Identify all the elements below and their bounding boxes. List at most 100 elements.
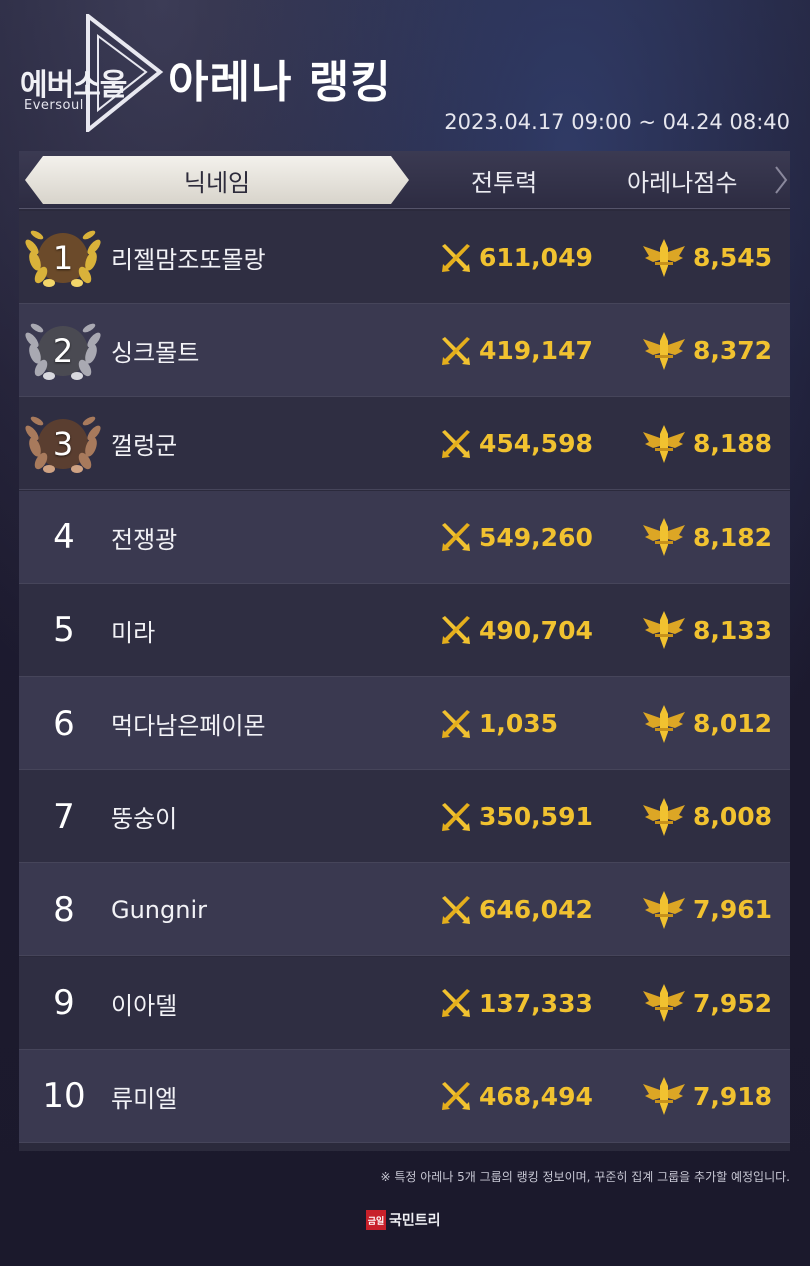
header: 에버소울 Eversoul 아레나 랭킹 2023.04.17 09:00 ~ … xyxy=(0,0,810,150)
player-nickname: 리젤맘조또몰랑 xyxy=(111,246,266,274)
player-nickname: 전쟁광 xyxy=(111,525,178,554)
player-nickname: 뚱숭이 xyxy=(111,805,178,834)
page-title: 아레나 랭킹 xyxy=(168,57,392,108)
arena-score: 8,188 xyxy=(641,397,772,490)
column-header-score[interactable]: 아레나점수 xyxy=(627,163,737,198)
combat-power: 419,147 xyxy=(439,304,593,397)
player-nickname: Gungnir xyxy=(111,895,207,924)
arena-score-value: 8,133 xyxy=(693,615,773,645)
crossed-swords-icon xyxy=(442,802,470,831)
winged-sword-emblem-icon xyxy=(643,424,685,463)
crossed-swords-icon xyxy=(442,523,470,552)
medal-bronze: 3 xyxy=(23,411,103,477)
arena-score: 8,545 xyxy=(641,211,772,304)
arena-score: 7,952 xyxy=(641,957,772,1050)
footnote: ※ 특정 아레나 5개 그룹의 랭킹 정보이며, 꾸준히 집계 그룹을 추가할 … xyxy=(380,1170,790,1184)
combat-power-value: 549,260 xyxy=(479,522,593,552)
table-row[interactable]: 2 싱크몰트 419,147 8,372 xyxy=(19,304,790,398)
combat-power-value: 490,704 xyxy=(479,615,593,645)
table-row[interactable]: 9 이아델 137,333 7,952 xyxy=(19,956,790,1050)
winged-sword-emblem-icon xyxy=(643,797,685,836)
arena-score-value: 7,961 xyxy=(693,895,773,925)
ranking-period: 2023.04.17 09:00 ~ 04.24 08:40 xyxy=(444,110,790,134)
combat-power: 611,049 xyxy=(439,211,593,304)
crossed-swords-icon xyxy=(442,895,470,924)
brand-name: 국민트리 xyxy=(389,1213,441,1229)
winged-sword-emblem-icon xyxy=(643,331,685,370)
winged-sword-emblem-icon xyxy=(643,704,685,743)
combat-power: 490,704 xyxy=(439,584,593,677)
arena-score-value: 8,545 xyxy=(693,243,773,272)
arena-score-value: 7,952 xyxy=(693,988,773,1018)
combat-power-value: 468,494 xyxy=(479,1081,593,1111)
table-row[interactable]: 7 뚱숭이 350,591 8,008 xyxy=(19,770,790,864)
table-row[interactable]: 5 미라 490,704 8,133 xyxy=(19,583,790,677)
medal-silver: 2 xyxy=(23,318,103,384)
combat-power-value: 137,333 xyxy=(479,988,593,1018)
combat-power-value: 350,591 xyxy=(479,802,593,832)
rank-number: 4 xyxy=(53,517,75,558)
combat-power-value: 454,598 xyxy=(479,429,593,459)
table-row[interactable]: 10 류미엘 468,494 7,918 xyxy=(19,1049,790,1143)
arena-score: 8,012 xyxy=(641,677,772,770)
arena-score-value: 8,188 xyxy=(693,429,773,459)
crossed-swords-icon xyxy=(442,616,470,645)
arena-score-value: 8,008 xyxy=(693,802,773,832)
crossed-swords-icon xyxy=(442,709,470,738)
rank-number: 6 xyxy=(53,703,75,744)
logo-english: Eversoul xyxy=(24,98,84,113)
table-header: 닉네임 전투력 아레나점수 xyxy=(19,151,790,209)
tab-nickname-label: 닉네임 xyxy=(183,168,251,197)
arena-score: 8,133 xyxy=(641,584,772,677)
arena-score-value: 7,918 xyxy=(693,1081,773,1111)
arena-score: 8,008 xyxy=(641,770,772,863)
crossed-swords-icon xyxy=(442,429,470,458)
combat-power-value: 419,147 xyxy=(479,336,593,366)
combat-power-value: 1,035 xyxy=(479,709,559,738)
crossed-swords-icon xyxy=(442,1082,470,1111)
crossed-swords-icon xyxy=(442,989,470,1018)
player-nickname: 껄렁군 xyxy=(111,432,178,461)
rank-number: 9 xyxy=(53,983,75,1024)
table-row[interactable]: 8 Gungnir 646,042 7,961 xyxy=(19,863,790,957)
combat-power: 468,494 xyxy=(439,1050,593,1143)
eversoul-logo: 에버소울 Eversoul xyxy=(18,14,168,132)
winged-sword-emblem-icon xyxy=(643,890,685,929)
brand-logo: 금일 국민트리 xyxy=(366,1210,441,1230)
table-row[interactable]: 1 리젤맘조또몰랑 611,049 8,545 xyxy=(19,211,790,304)
tab-nickname[interactable]: 닉네임 xyxy=(25,156,409,204)
brand-mark-icon: 금일 xyxy=(366,1210,386,1230)
arena-score: 7,918 xyxy=(641,1050,772,1143)
table-row[interactable]: 4 전쟁광 549,260 8,182 xyxy=(19,490,790,584)
combat-power: 549,260 xyxy=(439,491,593,584)
ranking-table: 닉네임 전투력 아레나점수 1 리젤맘조또몰랑 611,049 8,545 2 싱크몰트 4… xyxy=(19,151,790,1151)
arena-score: 8,182 xyxy=(641,491,772,584)
player-nickname: 먹다남은페이몬 xyxy=(111,712,266,740)
table-row[interactable]: 6 먹다남은페이몬 1,035 8,012 xyxy=(19,677,790,770)
column-header-power[interactable]: 전투력 xyxy=(471,163,537,198)
combat-power: 454,598 xyxy=(439,397,593,490)
combat-power: 137,333 xyxy=(439,957,593,1050)
winged-sword-emblem-icon xyxy=(643,611,685,650)
rank-number: 2 xyxy=(52,332,74,371)
rank-number: 7 xyxy=(53,796,75,837)
combat-power: 350,591 xyxy=(439,770,593,863)
combat-power-value: 611,049 xyxy=(479,243,593,272)
arena-score-value: 8,372 xyxy=(693,336,773,366)
crossed-swords-icon xyxy=(442,336,470,365)
arena-score: 8,372 xyxy=(641,304,772,397)
rank-number: 3 xyxy=(52,425,74,464)
combat-power: 646,042 xyxy=(439,863,593,956)
player-nickname: 이아델 xyxy=(111,991,178,1020)
rank-number: 1 xyxy=(52,239,74,277)
rank-number: 10 xyxy=(42,1076,86,1117)
winged-sword-emblem-icon xyxy=(643,518,685,557)
table-row[interactable]: 3 껄렁군 454,598 8,188 xyxy=(19,397,790,491)
combat-power-value: 646,042 xyxy=(479,895,593,925)
crossed-swords-icon xyxy=(442,243,470,272)
winged-sword-emblem-icon xyxy=(643,984,685,1023)
rank-number: 5 xyxy=(53,610,75,651)
rank-number: 8 xyxy=(53,889,75,930)
arena-score-value: 8,182 xyxy=(693,522,773,552)
winged-sword-emblem-icon xyxy=(643,1077,685,1116)
